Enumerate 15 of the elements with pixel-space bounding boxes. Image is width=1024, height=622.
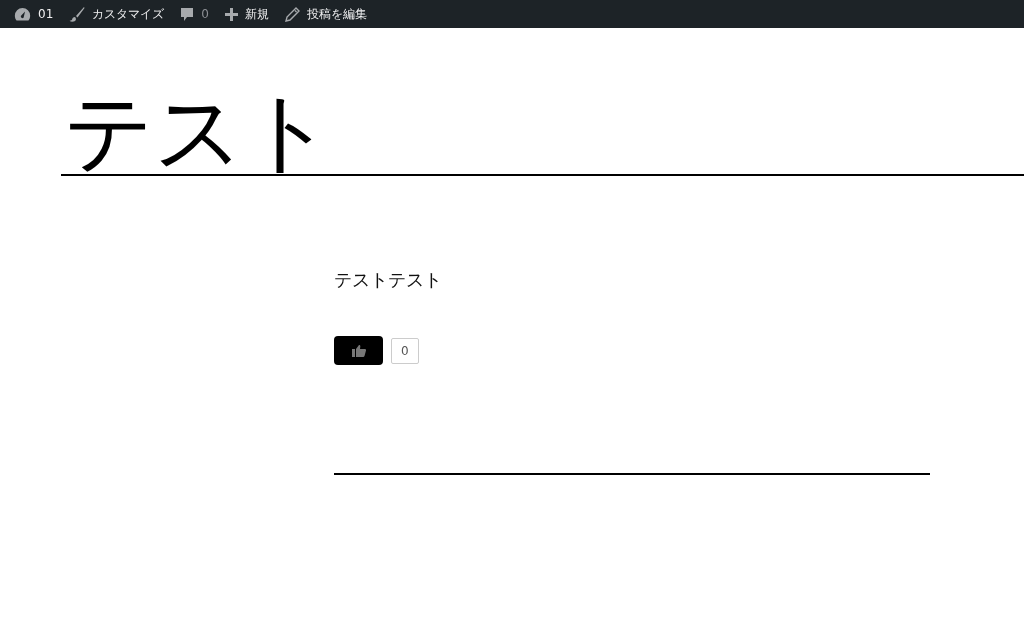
- plus-icon: [224, 7, 238, 21]
- brush-icon: [69, 6, 86, 22]
- gauge-icon: [14, 7, 31, 21]
- like-count: 0: [391, 337, 419, 364]
- like-button[interactable]: [334, 336, 383, 365]
- pencil-icon: [284, 6, 300, 22]
- admin-bar-item[interactable]: カスタマイズ: [61, 0, 173, 28]
- comment-icon: [180, 6, 195, 22]
- admin-bar-item[interactable]: 01: [6, 0, 62, 28]
- admin-bar-item[interactable]: 新規: [216, 0, 277, 28]
- admin-bar-item[interactable]: 投稿を編集: [276, 0, 375, 28]
- thumbs-up-icon: [351, 344, 366, 357]
- site-title: テスト: [64, 88, 334, 176]
- admin-bar-item[interactable]: 0: [172, 0, 217, 28]
- post-text: テストテスト: [334, 268, 442, 292]
